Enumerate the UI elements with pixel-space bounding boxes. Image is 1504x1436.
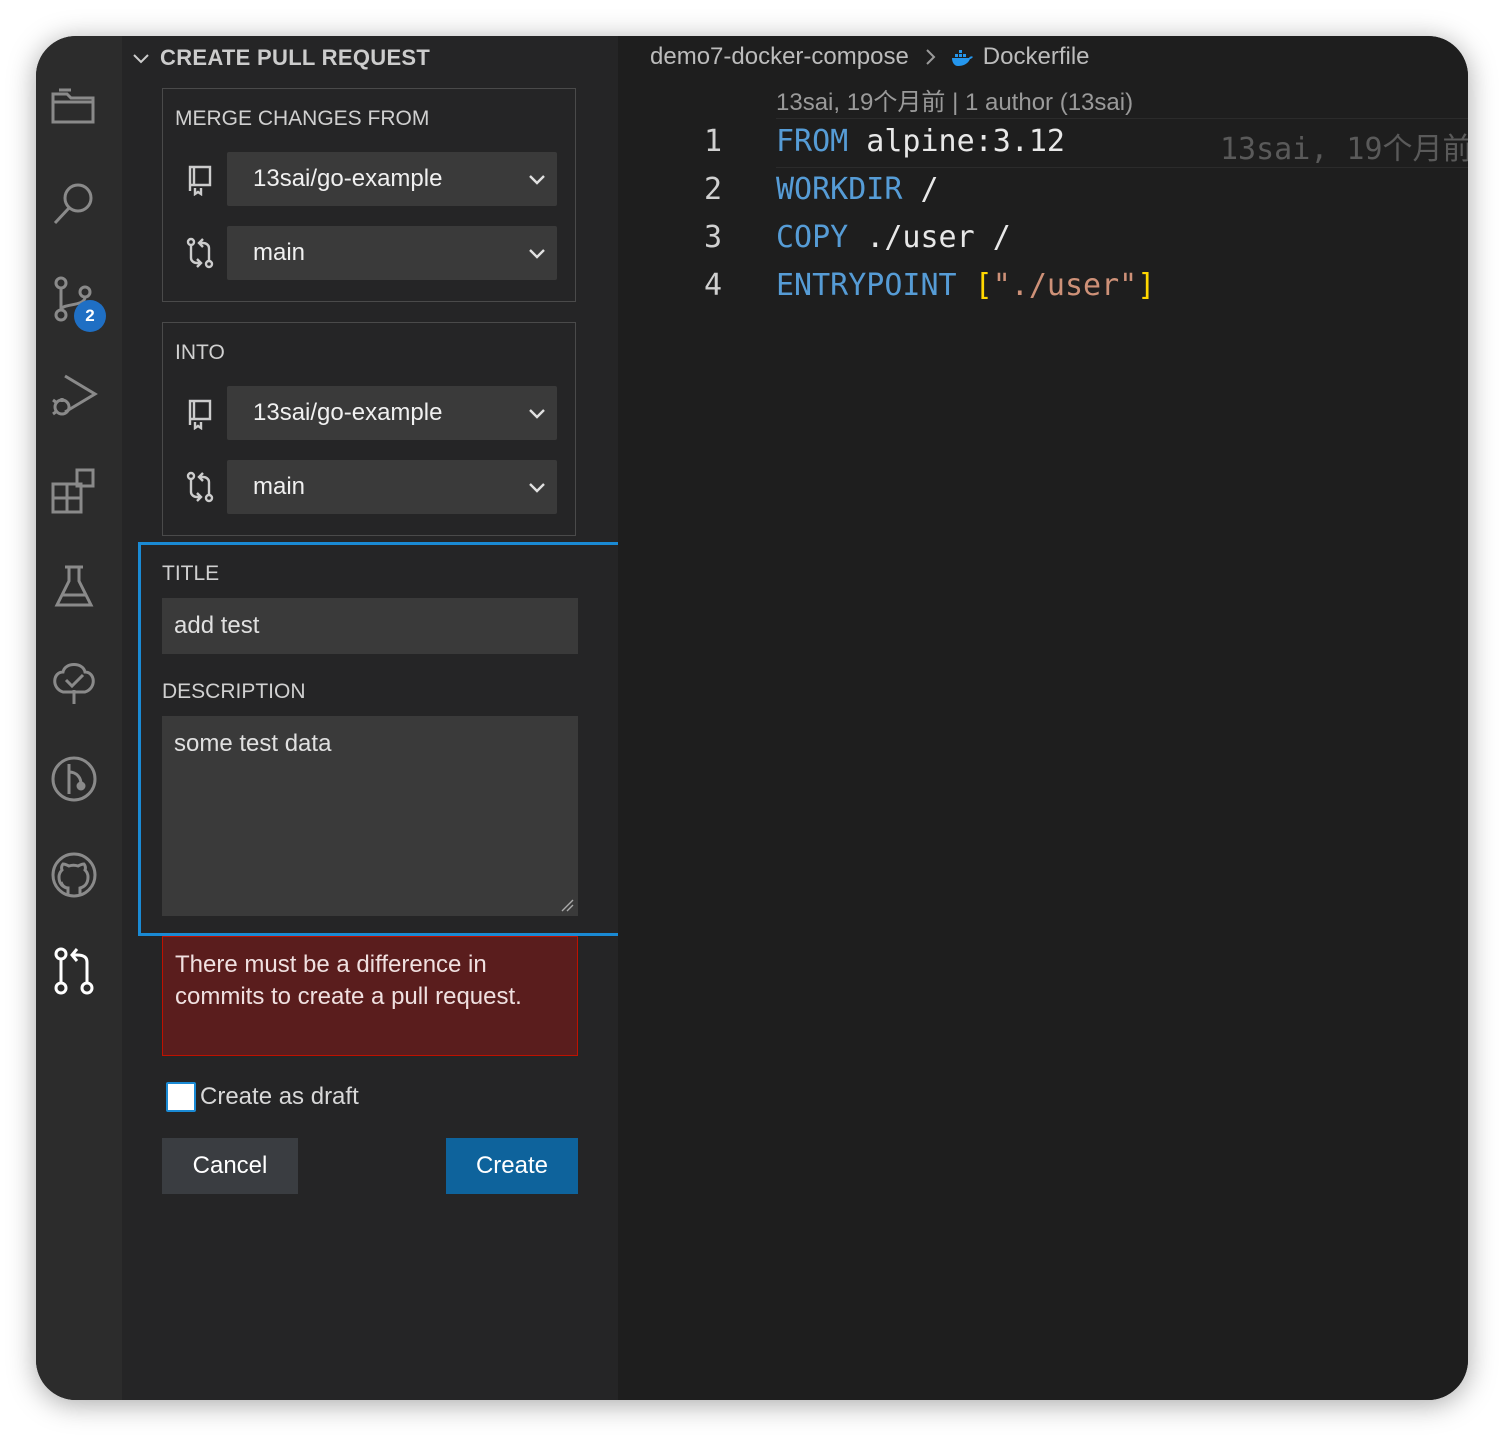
line-number: 3: [704, 220, 723, 255]
repo-icon: [183, 396, 217, 430]
keyword-token: FROM: [776, 124, 849, 159]
github-icon[interactable]: [49, 850, 99, 900]
into-label: INTO: [175, 341, 225, 364]
code-line[interactable]: 3 COPY ./user /: [618, 214, 1468, 262]
code-token: ./user /: [848, 220, 1011, 255]
chevron-down-icon: [133, 54, 149, 64]
pull-request-icon[interactable]: [49, 946, 99, 996]
title-label: TITLE: [162, 562, 220, 585]
line-number: 1: [704, 124, 723, 159]
draft-checkbox[interactable]: [166, 1082, 196, 1112]
string-token: "./user": [992, 268, 1138, 303]
description-value: some test data: [174, 730, 332, 757]
merge-from-branch-value: main: [253, 239, 306, 266]
draft-label: Create as draft: [200, 1083, 359, 1110]
code-token: /: [902, 172, 939, 207]
search-icon[interactable]: [49, 178, 99, 228]
tree-check-icon[interactable]: [49, 658, 99, 708]
create-pull-request-panel: CREATE PULL REQUEST MERGE CHANGES FROM 1…: [122, 36, 632, 1400]
codelens-blame[interactable]: 13sai, 19个月前 | 1 author (13sai): [776, 82, 1133, 117]
cancel-button[interactable]: Cancel: [162, 1138, 298, 1194]
line-number: 4: [704, 268, 723, 303]
into-repo-select[interactable]: 13sai/go-example: [227, 386, 557, 440]
code-token: alpine:3.12: [848, 124, 1065, 159]
source-control-badge: 2: [74, 300, 106, 332]
merge-from-branch-select[interactable]: main: [227, 226, 557, 280]
testing-icon[interactable]: [49, 562, 99, 612]
line-code: FROM alpine:3.12: [776, 124, 1065, 159]
line-code: WORKDIR /: [776, 172, 939, 207]
line-number: 2: [704, 172, 723, 207]
docker-icon: [951, 50, 973, 66]
code-line[interactable]: 4 ENTRYPOINT ["./user"]: [618, 262, 1468, 310]
merge-from-repo-value: 13sai/go-example: [253, 165, 443, 192]
chevron-right-icon: [926, 49, 936, 65]
chevron-down-icon: [529, 249, 545, 259]
draft-option[interactable]: Create as draft: [166, 1082, 359, 1112]
line-code: ENTRYPOINT ["./user"]: [776, 268, 1155, 303]
run-debug-icon[interactable]: [49, 370, 99, 420]
chevron-down-icon: [529, 175, 545, 185]
bracket-token: [: [956, 268, 993, 303]
repo-icon: [183, 162, 217, 196]
breadcrumb-file[interactable]: Dockerfile: [983, 43, 1090, 71]
merge-from-label: MERGE CHANGES FROM: [175, 107, 430, 130]
keyword-token: ENTRYPOINT: [776, 268, 957, 303]
inline-blame: 13sai, 19个月前: [1220, 132, 1468, 167]
git-compare-icon: [183, 236, 217, 270]
bracket-token: ]: [1137, 268, 1156, 303]
merge-from-box: MERGE CHANGES FROM 13sai/go-example main: [162, 88, 576, 302]
extensions-icon[interactable]: [49, 466, 99, 516]
line-code: COPY ./user /: [776, 220, 1011, 255]
resize-grip-icon[interactable]: [560, 898, 574, 912]
into-branch-value: main: [253, 473, 306, 500]
code-line[interactable]: 2 WORKDIR /: [618, 166, 1468, 214]
section-title: CREATE PULL REQUEST: [160, 45, 431, 70]
section-header[interactable]: CREATE PULL REQUEST: [130, 44, 430, 72]
description-label: DESCRIPTION: [162, 680, 306, 703]
git-compare-icon: [183, 470, 217, 504]
editor-area: demo7-docker-compose Dockerfile 13sai, 1…: [618, 36, 1468, 1400]
merge-from-repo-select[interactable]: 13sai/go-example: [227, 152, 557, 206]
keyword-token: WORKDIR: [776, 172, 903, 207]
chevron-down-icon: [529, 409, 545, 419]
activity-bar: 2: [36, 36, 122, 1400]
explorer-icon[interactable]: [49, 82, 99, 132]
chevron-down-icon: [529, 483, 545, 493]
into-repo-value: 13sai/go-example: [253, 399, 443, 426]
title-input[interactable]: add test: [162, 598, 578, 654]
git-graph-icon[interactable]: [49, 754, 99, 804]
description-textarea[interactable]: some test data: [162, 716, 578, 916]
error-message: There must be a difference in commits to…: [162, 936, 578, 1056]
keyword-token: COPY: [776, 220, 849, 255]
create-button[interactable]: Create: [446, 1138, 578, 1194]
breadcrumb: demo7-docker-compose Dockerfile: [650, 40, 1090, 74]
vscode-window: 2 CREATE PULL REQUEST MERGE CHANGES FROM…: [36, 36, 1468, 1400]
into-branch-select[interactable]: main: [227, 460, 557, 514]
code-line[interactable]: 1 FROM alpine:3.12 13sai, 19个月前: [618, 118, 1468, 168]
breadcrumb-folder[interactable]: demo7-docker-compose: [650, 43, 909, 71]
into-box: INTO 13sai/go-example main: [162, 322, 576, 536]
